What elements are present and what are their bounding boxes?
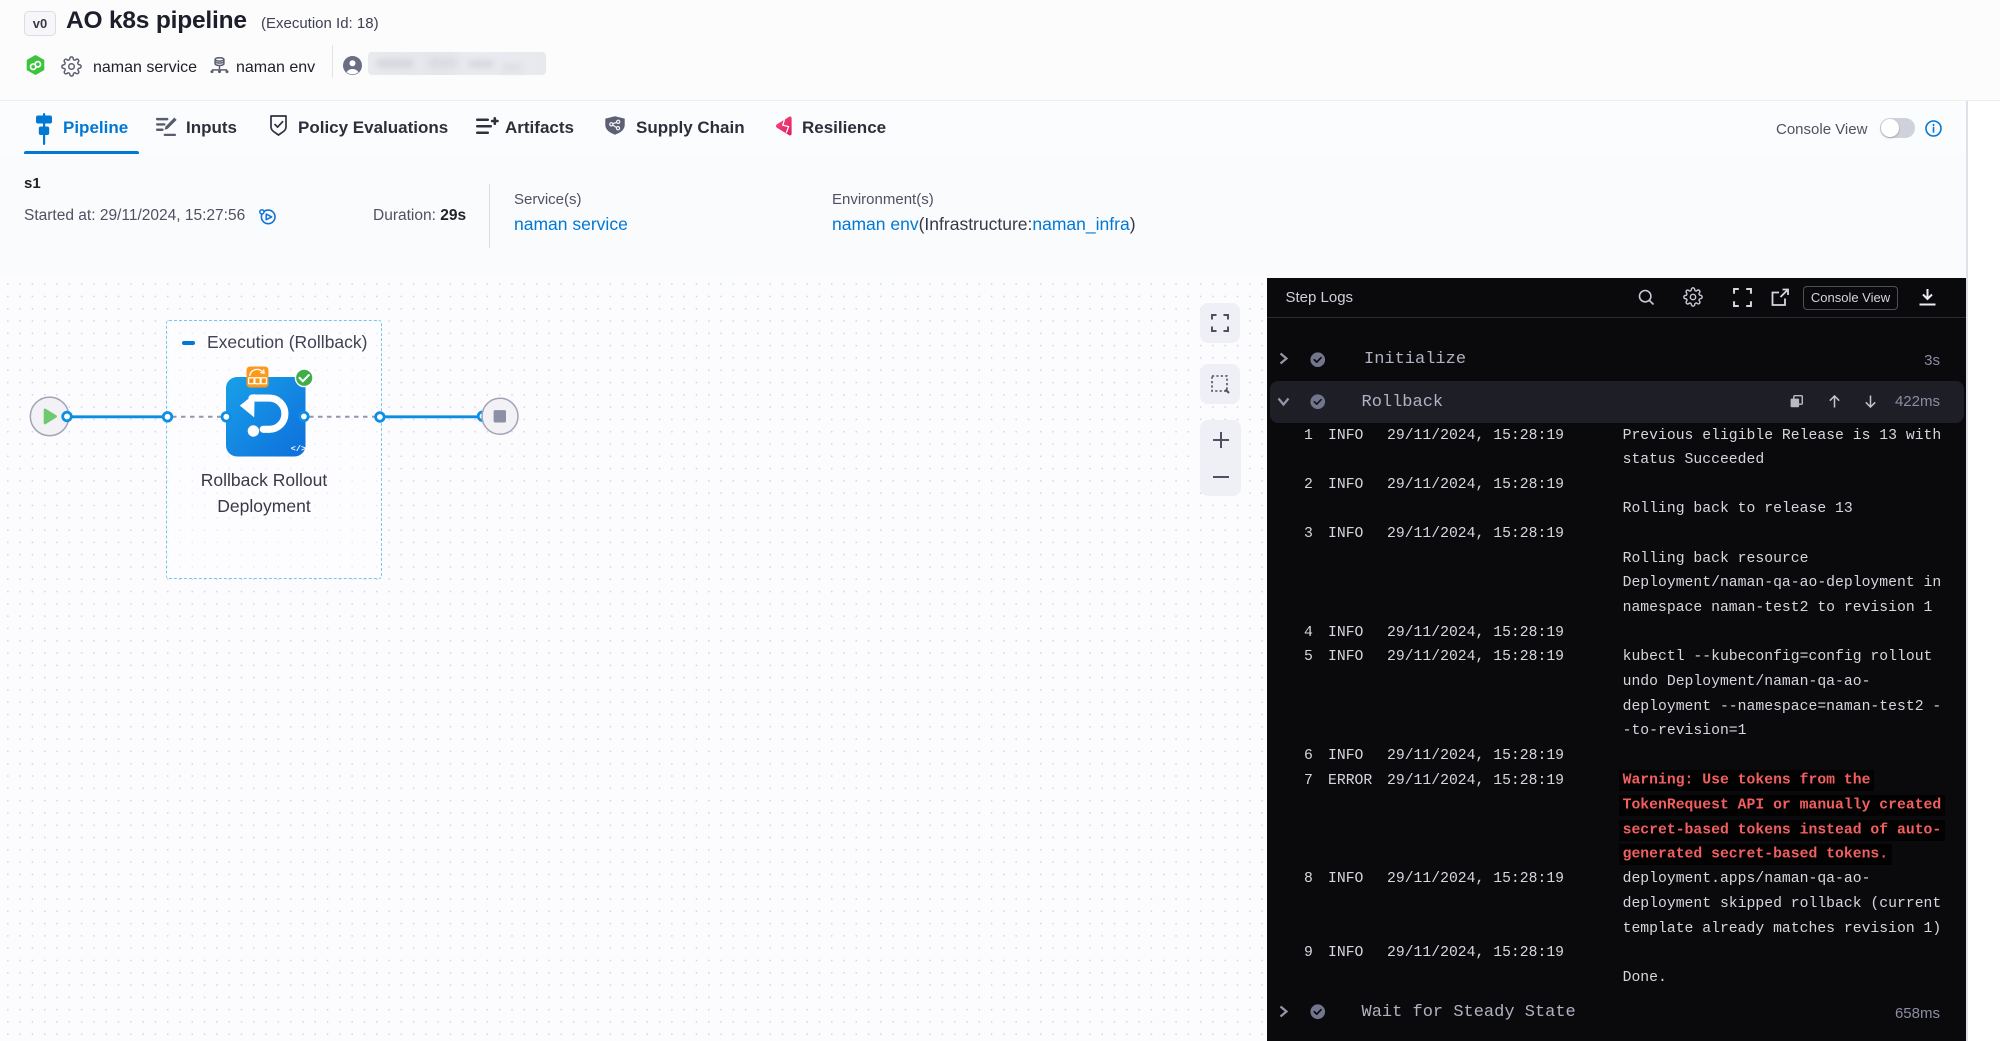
svg-text:</>: </> (291, 444, 306, 454)
